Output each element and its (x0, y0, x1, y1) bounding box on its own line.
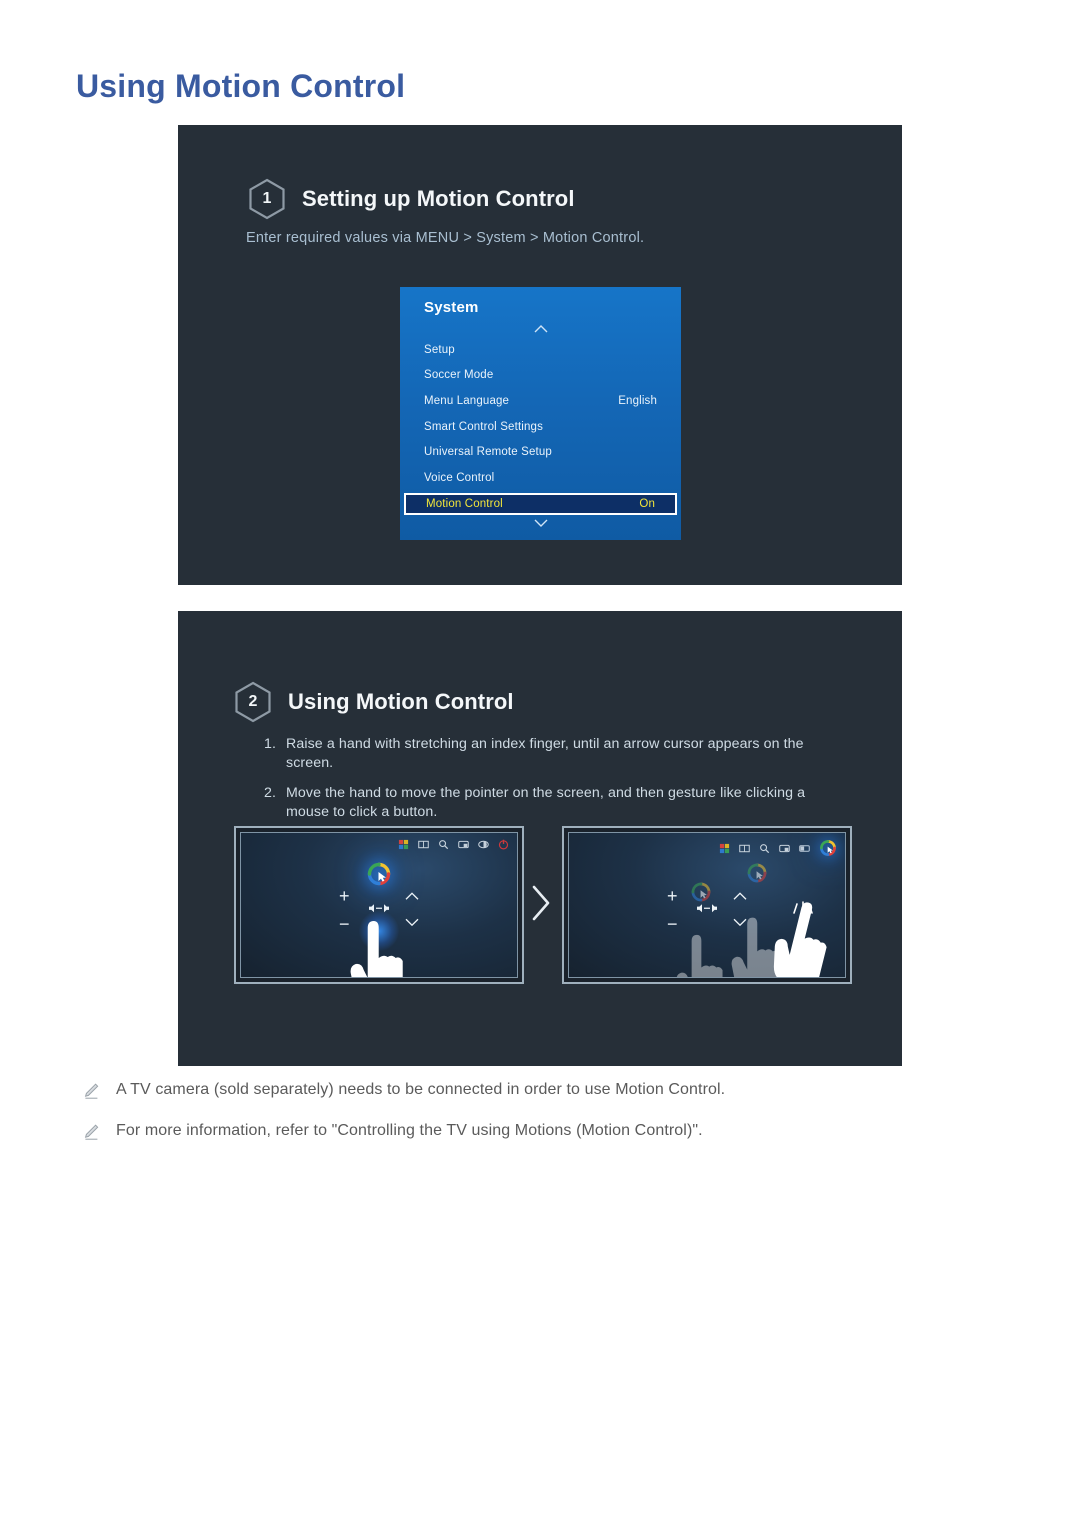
chevron-down-glyph (534, 519, 547, 527)
menu-path-text: Enter required values via MENU > System … (246, 230, 645, 246)
menu-item-label: Voice Control (424, 471, 495, 484)
step-two-title: Using Motion Control (288, 689, 514, 714)
instruction-item: 2. Move the hand to move the pointer on … (264, 784, 809, 822)
chevron-right-icon (530, 884, 552, 928)
menu-item-label: Soccer Mode (424, 369, 494, 382)
chevron-up-icon[interactable] (405, 889, 419, 902)
menu-item-label: Setup (424, 343, 455, 356)
pointing-hand-icon (350, 921, 403, 977)
source-icon[interactable] (779, 843, 790, 854)
motion-cursor-ring-icon-ghost-2 (746, 862, 772, 888)
footnote-text: For more information, refer to "Controll… (116, 1122, 703, 1139)
instruction-index: 1. (264, 736, 277, 752)
footnote-list: A TV camera (sold separately) needs to b… (82, 1080, 982, 1162)
pencil-icon (82, 1080, 116, 1105)
chevron-up-glyph (733, 892, 747, 900)
menu-item-setup[interactable]: Setup (400, 337, 681, 363)
tv-toolbar-right (719, 839, 837, 857)
menu-item-label: Universal Remote Setup (424, 446, 552, 459)
pointing-hand-icon (676, 934, 723, 977)
motion-cursor-ring-icon (366, 861, 392, 887)
pencil-glyph (84, 1083, 99, 1099)
instruction-item: 1. Raise a hand with stretching an index… (264, 735, 809, 773)
smart-hub-icon[interactable] (398, 839, 409, 850)
apps-icon[interactable] (418, 839, 429, 850)
menu-item-universal-remote-setup[interactable]: Universal Remote Setup (400, 439, 681, 465)
menu-item-soccer-mode[interactable]: Soccer Mode (400, 363, 681, 389)
tv-screen: + − (568, 832, 846, 978)
pencil-glyph (84, 1124, 99, 1140)
step-number-badge: 1 (248, 178, 286, 220)
menu-item-menu-language[interactable]: Menu Language English (400, 388, 681, 414)
tv-toolbar-left (398, 839, 509, 850)
pointing-hand-icon (774, 902, 827, 977)
step-one-title: Setting up Motion Control (302, 186, 575, 211)
footnote-item: A TV camera (sold separately) needs to b… (82, 1080, 982, 1105)
step-number-label: 1 (262, 190, 272, 207)
power-icon[interactable] (498, 839, 509, 850)
menu-item-label: Motion Control (426, 497, 503, 510)
smart-hub-icon[interactable] (719, 843, 730, 854)
tv-screen: + − (240, 832, 518, 978)
system-menu-title: System (424, 299, 479, 316)
picture-mode-icon[interactable] (478, 839, 489, 850)
menu-item-label: Smart Control Settings (424, 420, 543, 433)
menu-item-voice-control[interactable]: Voice Control (400, 465, 681, 491)
cursor-ring-glyph (747, 863, 767, 883)
page-title: Using Motion Control (76, 68, 406, 104)
chevron-up-icon[interactable] (400, 325, 681, 336)
motion-cursor-ring-icon (819, 839, 837, 857)
apps-icon[interactable] (739, 843, 750, 854)
search-icon[interactable] (759, 843, 770, 854)
cursor-ring-glyph (820, 840, 836, 856)
instruction-list: 1. Raise a hand with stretching an index… (264, 735, 809, 833)
motion-cursor-ring-icon-ghost-1 (690, 881, 716, 907)
volume-up-label[interactable]: + (339, 887, 350, 905)
picture-mode-icon[interactable] (799, 843, 810, 854)
pointing-hand-right (762, 890, 845, 977)
chevron-up-glyph (405, 892, 419, 900)
source-icon[interactable] (458, 839, 469, 850)
instruction-index: 2. (264, 784, 277, 801)
chevron-right-glyph (532, 885, 550, 921)
footnote-item: For more information, refer to "Controll… (82, 1121, 982, 1146)
pencil-icon (82, 1121, 116, 1146)
chevron-up-icon[interactable] (733, 889, 747, 902)
instruction-text: Move the hand to move the pointer on the… (286, 784, 806, 820)
tv-bezel: + − (234, 826, 524, 984)
pointing-hand-ghost-1 (674, 931, 734, 977)
cursor-ring-glyph (367, 862, 391, 886)
chevron-up-glyph (534, 325, 547, 333)
step-number-label: 2 (248, 693, 258, 710)
pointing-hand-left (348, 917, 416, 977)
tv-illustration-right: + − (562, 826, 852, 984)
instruction-text: Raise a hand with stretching an index fi… (286, 736, 804, 771)
menu-item-motion-control[interactable]: Motion Control On (404, 492, 677, 515)
tv-system-menu: System Setup Soccer Mode Menu Language E… (400, 287, 681, 540)
menu-item-value: English (618, 394, 657, 407)
step-two-header: 2 Using Motion Control (234, 681, 514, 723)
chevron-down-icon[interactable] (400, 519, 681, 530)
system-menu-list: Setup Soccer Mode Menu Language English … (400, 337, 681, 517)
step-number-badge: 2 (234, 681, 272, 723)
menu-item-value: On (639, 497, 655, 510)
cursor-ring-glyph (692, 882, 711, 902)
menu-item-label: Menu Language (424, 394, 510, 407)
step-one-header: 1 Setting up Motion Control (248, 178, 575, 220)
tv-illustration-left: + − (234, 826, 524, 984)
volume-up-label[interactable]: + (667, 887, 678, 905)
footnote-text: A TV camera (sold separately) needs to b… (116, 1081, 726, 1098)
menu-item-smart-control-settings[interactable]: Smart Control Settings (400, 414, 681, 440)
search-icon[interactable] (438, 839, 449, 850)
tv-bezel: + − (562, 826, 852, 984)
